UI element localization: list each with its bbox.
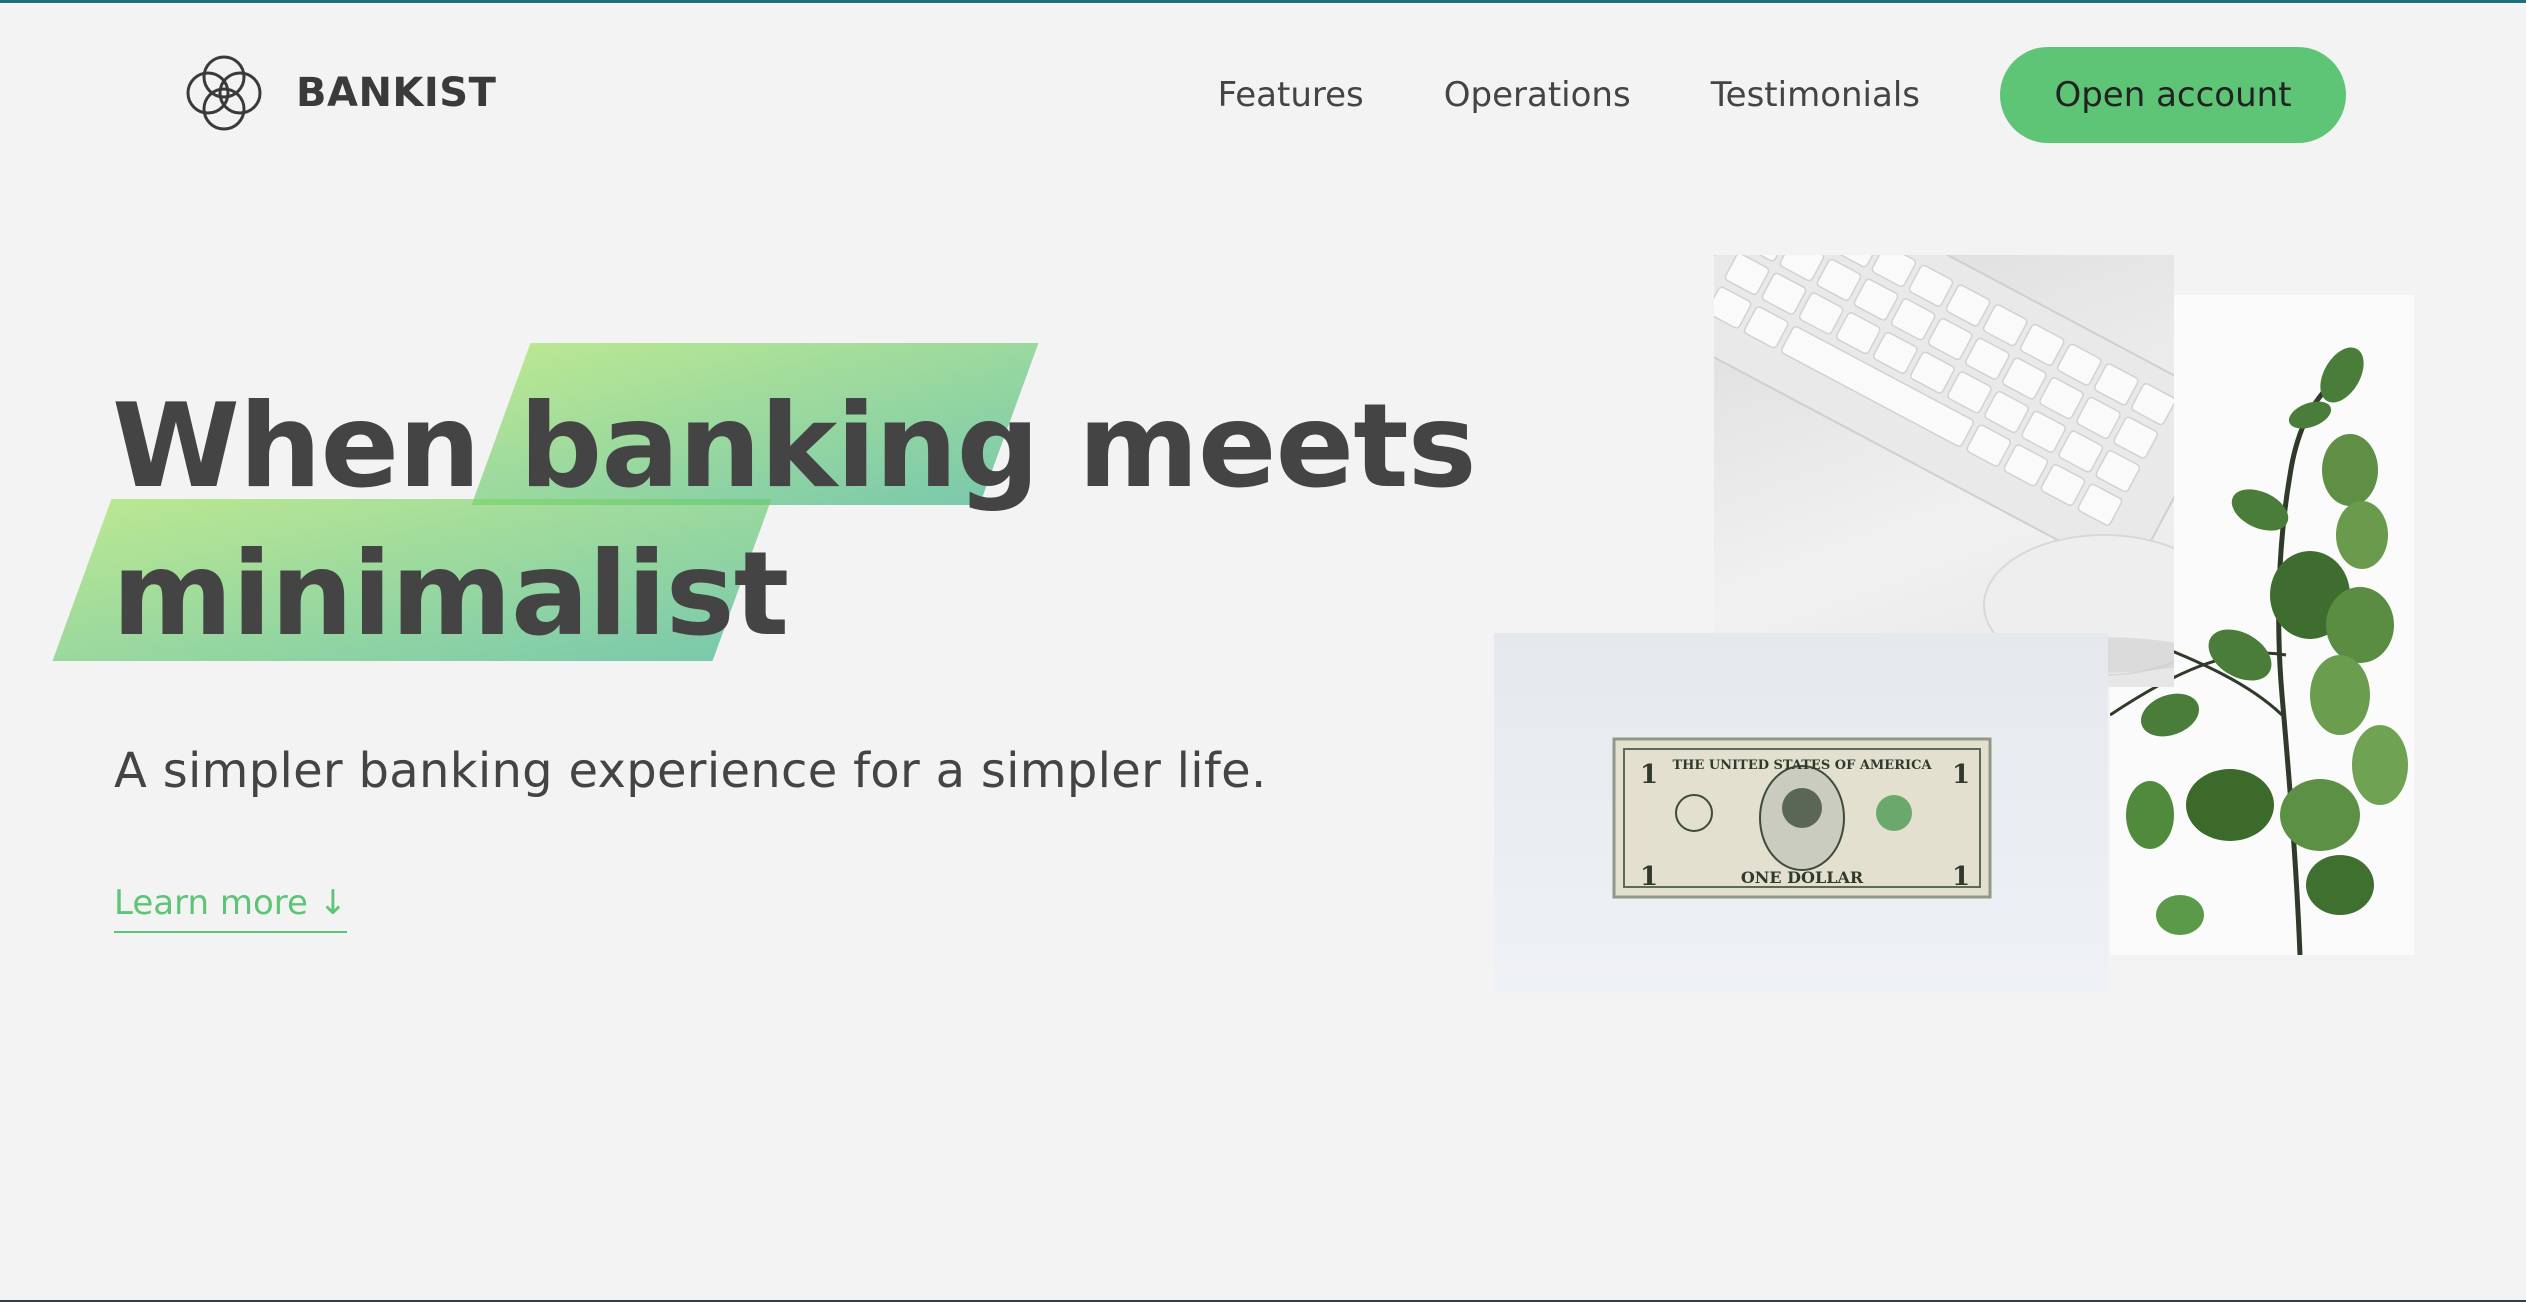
hero-word-minimalist: minimalist [112,527,789,662]
hero-word-banking: banking [519,379,1039,514]
nav-link-features[interactable]: Features [1218,75,1364,115]
hero-word-when: When [112,379,481,514]
top-nav: BANKIST Features Operations Testimonials… [0,3,2526,183]
dollar-corner-number: 1 [1640,862,1658,892]
keyboard-and-mouse-icon [1714,255,2174,676]
brand-name: BANKIST [296,70,497,116]
hero-word-meets: meets [1078,379,1477,514]
nav-link-operations[interactable]: Operations [1444,75,1631,115]
dollar-bill-denomination: ONE DOLLAR [1741,868,1864,887]
logo[interactable]: BANKIST [178,47,496,139]
learn-more-link[interactable]: Learn more ↓ [114,883,348,933]
hero-subtitle: A simpler banking experience for a simpl… [114,743,1267,799]
bankist-logo-icon [186,55,262,131]
dollar-corner-number: 1 [1952,760,1970,790]
hero-title: When banking meets minimalist [52,343,1477,669]
open-account-button[interactable]: Open account [2000,47,2346,143]
dollar-corner-number: 1 [1640,760,1658,790]
nav-link-testimonials[interactable]: Testimonials [1711,75,1920,115]
dollar-image: THE UNITED STATES OF AMERICA ONE DOLLAR … [1494,633,2108,993]
page: BANKIST Features Operations Testimonials… [0,0,2526,1302]
dollar-corner-number: 1 [1952,862,1970,892]
nav-links: Features Operations Testimonials Open ac… [1218,47,2346,143]
highlight-minimalist: minimalist [52,499,789,669]
dollar-bill-text: THE UNITED STATES OF AMERICA [1672,758,1932,773]
dollar-bill-icon: THE UNITED STATES OF AMERICA ONE DOLLAR … [1612,737,1992,899]
hero-title-line-2: minimalist [52,499,1476,669]
highlight-banking: banking [471,343,1040,521]
keyboard-image [1714,255,2174,687]
